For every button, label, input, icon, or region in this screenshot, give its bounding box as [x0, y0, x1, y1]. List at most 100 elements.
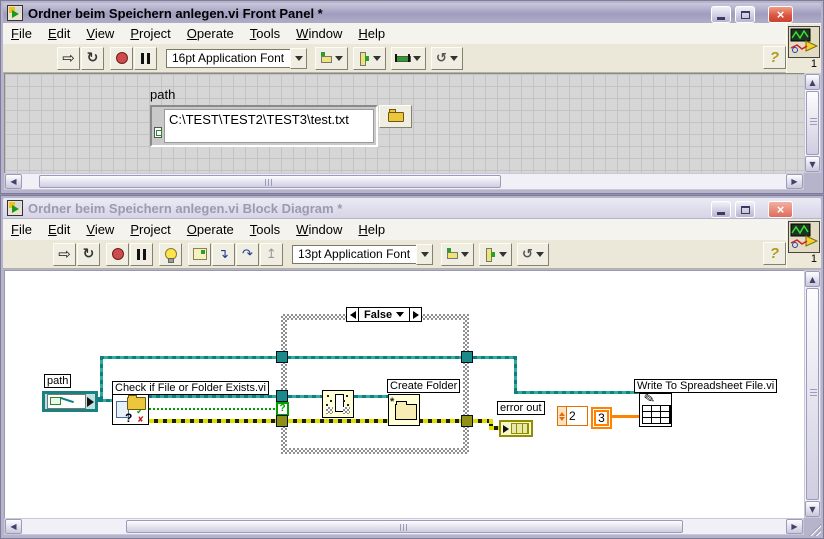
- boolean-wire[interactable]: [149, 408, 279, 410]
- error-wire[interactable]: [149, 419, 281, 423]
- distribute-objects-button[interactable]: [479, 242, 512, 266]
- close-button[interactable]: ×: [768, 201, 793, 218]
- reorder-button[interactable]: ↺: [431, 46, 463, 70]
- menu-project[interactable]: Project: [122, 24, 178, 44]
- menu-operate[interactable]: Operate: [179, 220, 242, 240]
- error-out-terminal[interactable]: [499, 420, 533, 437]
- vscroll-thumb[interactable]: [806, 91, 819, 155]
- font-selector-dropdown-button[interactable]: [416, 243, 433, 265]
- scroll-right-button[interactable]: ▶: [786, 174, 803, 189]
- window-resize-grip[interactable]: [806, 521, 821, 536]
- case-selector-terminal[interactable]: ?: [276, 402, 289, 416]
- path-wire-out[interactable]: [473, 356, 517, 359]
- numeric-value[interactable]: 2: [567, 407, 587, 425]
- case-selector-value[interactable]: False: [364, 309, 392, 321]
- minimize-button[interactable]: [711, 201, 731, 218]
- tunnel-path-right[interactable]: [461, 351, 473, 363]
- numeric-constant-3[interactable]: 3: [591, 407, 612, 429]
- scroll-right-button[interactable]: ▶: [786, 519, 803, 534]
- context-help-button[interactable]: ?: [763, 242, 786, 265]
- menu-project[interactable]: Project: [122, 220, 178, 240]
- distribute-objects-button[interactable]: [353, 46, 386, 70]
- retain-wire-values-button[interactable]: [188, 242, 211, 266]
- context-help-button[interactable]: ?: [763, 46, 786, 69]
- write-to-spreadsheet-vi[interactable]: ✎: [639, 391, 672, 427]
- case-next-button[interactable]: [409, 308, 421, 321]
- close-button[interactable]: ×: [768, 6, 793, 23]
- run-continuously-button[interactable]: ↻: [81, 46, 104, 70]
- hscroll-thumb[interactable]: [39, 175, 501, 188]
- hscroll-thumb[interactable]: [126, 520, 683, 533]
- create-folder-node[interactable]: *: [388, 394, 420, 426]
- block-diagram-canvas[interactable]: path Check if File or Folder Exists.vi ?…: [4, 270, 805, 518]
- menu-edit[interactable]: Edit: [40, 220, 78, 240]
- tunnel-error-right[interactable]: [461, 415, 473, 427]
- menu-tools[interactable]: Tools: [242, 220, 288, 240]
- path-wire-down[interactable]: [514, 356, 517, 394]
- path-wire-to-write[interactable]: [514, 391, 639, 394]
- tunnel-error-left[interactable]: [276, 415, 288, 427]
- step-over-button[interactable]: ↷: [236, 242, 259, 266]
- reorder-button[interactable]: ↺: [517, 242, 549, 266]
- pause-button[interactable]: [134, 46, 157, 70]
- browse-button[interactable]: [379, 105, 412, 128]
- path-wire-branch[interactable]: [100, 356, 103, 401]
- vi-icon-corner[interactable]: 1: [786, 24, 821, 73]
- maximize-button[interactable]: [735, 201, 755, 218]
- scroll-left-button[interactable]: ◀: [5, 174, 22, 189]
- pause-button[interactable]: [130, 242, 153, 266]
- abort-button[interactable]: [110, 46, 133, 70]
- scroll-left-button[interactable]: ◀: [5, 519, 22, 534]
- align-objects-button[interactable]: [315, 46, 348, 70]
- menu-operate[interactable]: Operate: [179, 24, 242, 44]
- highlight-execution-button[interactable]: [159, 242, 182, 266]
- scroll-up-button[interactable]: ▲: [805, 74, 820, 90]
- menu-file[interactable]: File: [3, 220, 40, 240]
- numeric-value[interactable]: 3: [594, 410, 609, 426]
- error-wire-through-case[interactable]: [288, 419, 466, 423]
- maximize-button[interactable]: [735, 6, 755, 23]
- check-file-folder-exists-vi[interactable]: ? ✔ ✘: [112, 393, 149, 425]
- menu-window[interactable]: Window: [288, 24, 350, 44]
- numeric-wire[interactable]: [610, 415, 639, 418]
- menu-file[interactable]: File: [3, 24, 40, 44]
- path-wire-top[interactable]: [100, 356, 281, 359]
- scroll-down-button[interactable]: ▼: [805, 156, 820, 172]
- menu-view[interactable]: View: [78, 220, 122, 240]
- menu-help[interactable]: Help: [350, 220, 393, 240]
- scroll-down-button[interactable]: ▼: [805, 501, 820, 517]
- front-panel-canvas[interactable]: path C:\TEST\TEST2\TEST3\test.txt: [4, 73, 805, 173]
- block-diagram-vscrollbar[interactable]: ▲ ▼: [804, 270, 821, 518]
- path-wire-to-create-folder[interactable]: [354, 395, 389, 398]
- case-previous-button[interactable]: [347, 308, 359, 321]
- step-out-button[interactable]: ↥: [260, 242, 283, 266]
- step-into-button[interactable]: ↴: [212, 242, 235, 266]
- minimize-button[interactable]: [711, 6, 731, 23]
- path-wire-through-case[interactable]: [287, 356, 465, 359]
- path-wire-to-strip[interactable]: [288, 395, 322, 398]
- numeric-constant-2[interactable]: 2: [557, 406, 588, 426]
- path-input[interactable]: C:\TEST\TEST2\TEST3\test.txt: [164, 109, 374, 143]
- menu-tools[interactable]: Tools: [242, 24, 288, 44]
- tunnel-path-inner-left[interactable]: [276, 390, 288, 402]
- run-button[interactable]: ⇨: [57, 46, 80, 70]
- abort-button[interactable]: [106, 242, 129, 266]
- menu-help[interactable]: Help: [350, 24, 393, 44]
- increment-decrement-icon[interactable]: [558, 407, 567, 425]
- run-continuously-button[interactable]: ↻: [77, 242, 100, 266]
- path-wire-to-case[interactable]: [148, 395, 281, 398]
- front-panel-hscrollbar[interactable]: ◀ ▶: [4, 173, 804, 190]
- font-selector-value[interactable]: 13pt Application Font: [292, 244, 416, 264]
- tunnel-path-left[interactable]: [276, 351, 288, 363]
- align-objects-button[interactable]: [441, 242, 474, 266]
- menu-edit[interactable]: Edit: [40, 24, 78, 44]
- resize-objects-button[interactable]: [391, 46, 426, 70]
- run-button[interactable]: ⇨: [53, 242, 76, 266]
- block-diagram-hscrollbar[interactable]: ◀ ▶: [4, 518, 804, 535]
- menu-window[interactable]: Window: [288, 220, 350, 240]
- strip-path-node[interactable]: [322, 390, 354, 418]
- path-terminal[interactable]: [42, 391, 98, 412]
- font-selector-value[interactable]: 16pt Application Font: [166, 48, 290, 68]
- vi-icon-corner[interactable]: 1: [786, 219, 821, 268]
- scroll-up-button[interactable]: ▲: [805, 271, 820, 287]
